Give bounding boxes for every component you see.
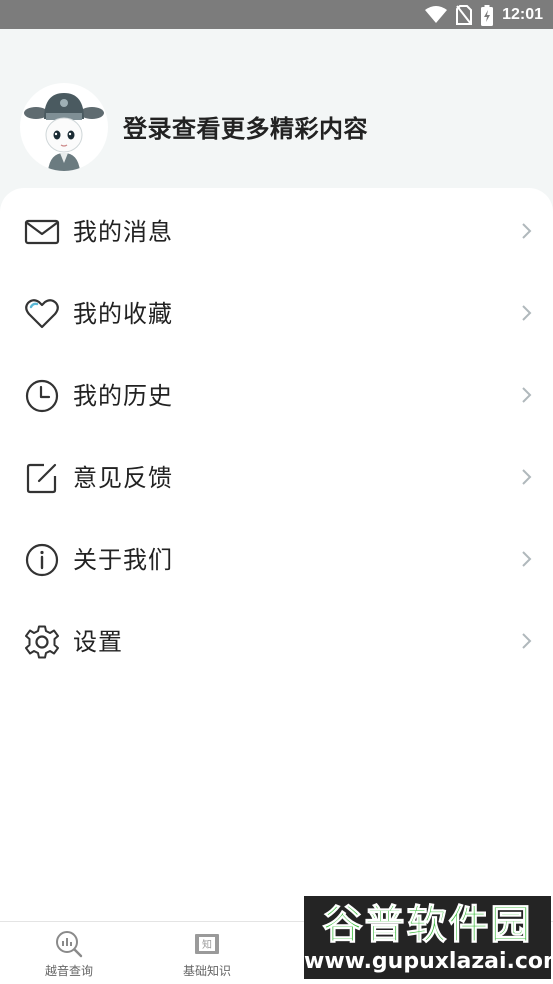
- tab-yueyin-query[interactable]: 越音查询: [0, 922, 138, 984]
- opera-character-avatar: [24, 93, 104, 171]
- menu-item-label: 关于我们: [73, 546, 173, 574]
- menu-item-messages[interactable]: 我的消息: [0, 190, 553, 272]
- menu-item-feedback[interactable]: 意见反馈: [0, 436, 553, 518]
- book-icon: 知: [195, 934, 219, 954]
- battery-charging-icon: [481, 4, 494, 26]
- menu-item-label: 我的收藏: [73, 300, 173, 328]
- tab-label: 基础知识: [182, 964, 231, 978]
- menu-card: 我的消息 我的收藏 我的历史 意见反馈 关于我们 设置: [0, 188, 553, 921]
- status-time: 12:01: [502, 6, 543, 23]
- login-prompt[interactable]: 登录查看更多精彩内容: [123, 109, 368, 144]
- menu-item-label: 我的消息: [73, 218, 173, 246]
- info-icon: [25, 543, 59, 577]
- heart-icon: [25, 299, 59, 329]
- menu-item-favorites[interactable]: 我的收藏: [0, 272, 553, 354]
- menu-item-settings[interactable]: 设置: [0, 600, 553, 682]
- chevron-right-icon: [522, 305, 532, 321]
- status-bar: 12:01: [0, 0, 553, 29]
- wifi-icon: [425, 6, 448, 23]
- tab-basic-knowledge[interactable]: 知 基础知识: [138, 922, 276, 984]
- chevron-right-icon: [522, 387, 532, 403]
- menu-item-label: 我的历史: [73, 382, 173, 410]
- search-chart-icon: [56, 931, 83, 958]
- watermark-logo: 谷普软件园: [322, 902, 533, 949]
- avatar[interactable]: [20, 83, 108, 171]
- chevron-right-icon: [522, 469, 532, 485]
- no-sim-icon: [456, 5, 473, 25]
- edit-icon: [26, 463, 57, 494]
- profile-header: 登录查看更多精彩内容: [0, 29, 553, 204]
- chevron-right-icon: [522, 633, 532, 649]
- menu-item-about[interactable]: 关于我们: [0, 518, 553, 600]
- clock-icon: [25, 379, 59, 413]
- watermark: 谷普软件园 www.gupuxlazai.com: [304, 896, 553, 979]
- gear-icon: [25, 625, 59, 659]
- menu-item-label: 设置: [73, 628, 123, 656]
- watermark-url: www.gupuxlazai.com: [304, 949, 553, 974]
- menu-item-label: 意见反馈: [73, 464, 173, 492]
- chevron-right-icon: [522, 551, 532, 567]
- chevron-right-icon: [522, 223, 532, 239]
- status-icons: 12:01: [425, 4, 543, 26]
- tab-label: 越音查询: [44, 964, 93, 978]
- menu-item-history[interactable]: 我的历史: [0, 354, 553, 436]
- svg-text:知: 知: [202, 938, 212, 951]
- mail-icon: [24, 219, 60, 245]
